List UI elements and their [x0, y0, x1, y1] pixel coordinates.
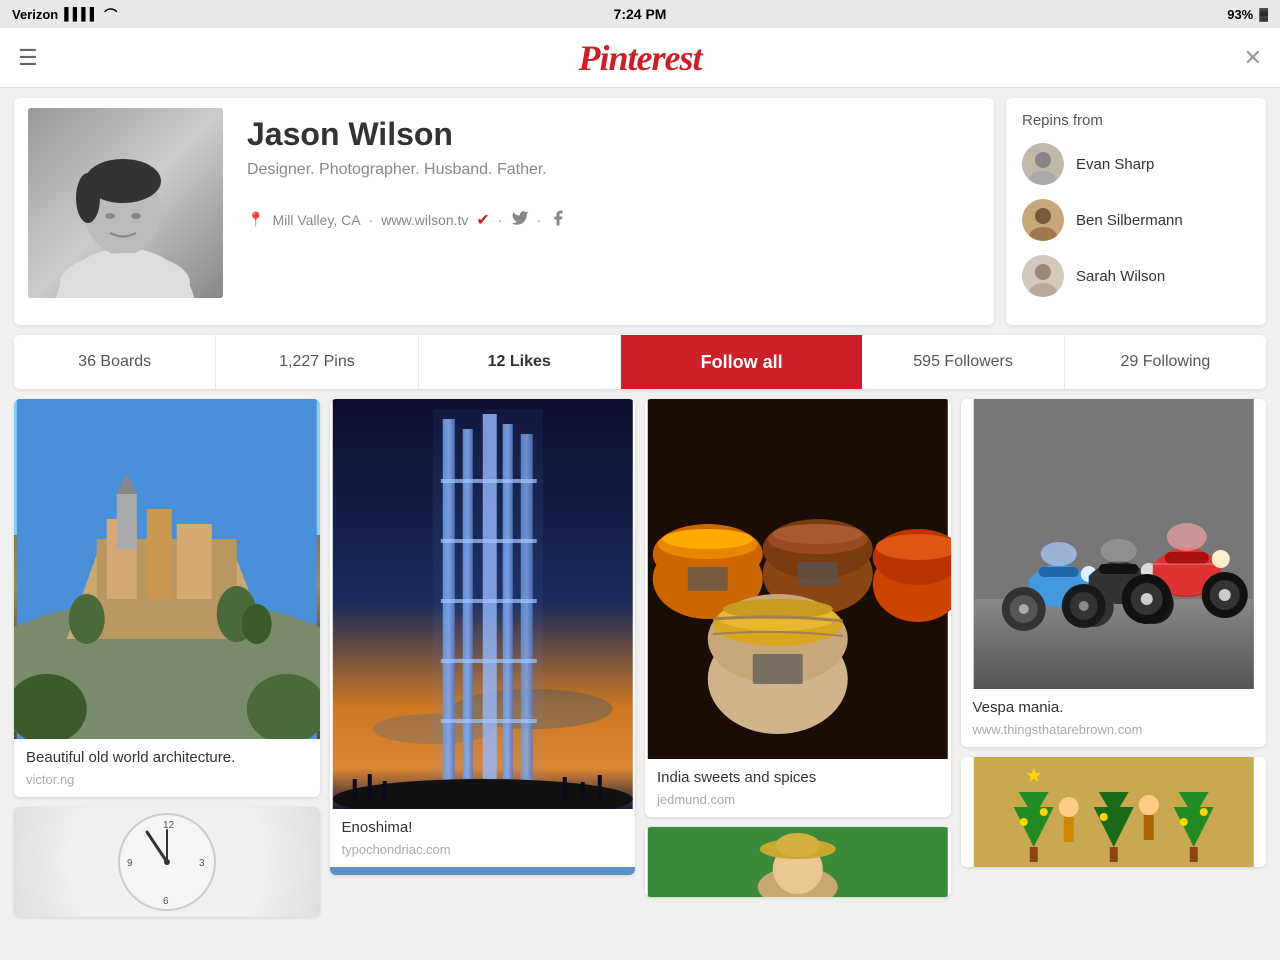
repin-avatar-ben — [1022, 199, 1064, 241]
meta-separator: · — [369, 212, 374, 228]
wifi-icon: ⌒ — [104, 5, 117, 24]
status-left: Verizon ▌▌▌▌ ⌒ — [12, 5, 117, 24]
clock-svg: 12 3 6 9 — [117, 812, 217, 912]
likes-tab[interactable]: 12 Likes — [419, 335, 621, 389]
pin-info-tower: Enoshima! typochondriac.com — [330, 809, 636, 867]
facebook-icon[interactable] — [549, 209, 567, 230]
status-bar: Verizon ▌▌▌▌ ⌒ 7:24 PM 93% ▓ — [0, 0, 1280, 28]
pin-title-architecture: Beautiful old world architecture. — [26, 749, 308, 766]
scroll-strip — [330, 867, 636, 875]
profile-meta: 📍 Mill Valley, CA · www.wilson.tv ✔ · · — [247, 209, 968, 230]
stats-bar: 36 Boards 1,227 Pins 12 Likes Follow all… — [14, 335, 1266, 389]
follow-all-button[interactable]: Follow all — [621, 335, 863, 389]
pin-title-spices: India sweets and spices — [657, 769, 939, 786]
pin-title-tower: Enoshima! — [342, 819, 624, 836]
svg-text:9: 9 — [127, 858, 133, 869]
twitter-icon[interactable] — [511, 209, 529, 230]
status-time: 7:24 PM — [614, 6, 667, 22]
meta-dot2: · — [537, 212, 542, 228]
pin-info-spices: India sweets and spices jedmund.com — [645, 759, 951, 817]
pin-col-2: India sweets and spices jedmund.com — [645, 399, 951, 897]
signal-icon: ▌▌▌▌ — [64, 7, 98, 21]
profile-bio: Designer. Photographer. Husband. Father. — [247, 161, 968, 179]
pins-tab[interactable]: 1,227 Pins — [216, 335, 418, 389]
location-icon: 📍 — [247, 211, 264, 228]
profile-area: Jason Wilson Designer. Photographer. Hus… — [0, 88, 1280, 335]
christmas-svg — [961, 757, 1267, 867]
svg-text:12: 12 — [163, 820, 175, 831]
architecture-svg — [14, 399, 320, 739]
svg-text:6: 6 — [163, 896, 169, 907]
pin-source-spices: jedmund.com — [657, 792, 939, 807]
pin-image-architecture — [14, 399, 320, 739]
svg-text:3: 3 — [199, 858, 205, 869]
repin-name-ben: Ben Silbermann — [1076, 212, 1183, 229]
pin-card-clock[interactable]: 12 3 6 9 — [14, 807, 320, 917]
meta-dot: · — [498, 212, 503, 228]
app-title: Pinterest — [579, 37, 702, 79]
pin-col-0: Beautiful old world architecture. victor… — [14, 399, 320, 917]
repin-name-sarah: Sarah Wilson — [1076, 268, 1165, 285]
avatar — [28, 108, 223, 298]
pin-image-spices — [645, 399, 951, 759]
pin-image-person — [645, 827, 951, 897]
person-svg — [645, 827, 951, 897]
close-button[interactable]: ✕ — [1244, 45, 1262, 71]
repin-name-evan: Evan Sharp — [1076, 156, 1154, 173]
boards-tab[interactable]: 36 Boards — [14, 335, 216, 389]
repins-section: Repins from Evan Sharp Ben Silbermann Sa… — [1006, 98, 1266, 325]
website-link[interactable]: www.wilson.tv — [381, 212, 468, 228]
pin-card-christmas[interactable] — [961, 757, 1267, 867]
followers-tab[interactable]: 595 Followers — [862, 335, 1064, 389]
pin-source-architecture: victor.ng — [26, 772, 308, 787]
following-tab[interactable]: 29 Following — [1065, 335, 1266, 389]
profile-card: Jason Wilson Designer. Photographer. Hus… — [14, 98, 994, 325]
pin-card-spices[interactable]: India sweets and spices jedmund.com — [645, 399, 951, 817]
pin-image-clock: 12 3 6 9 — [14, 807, 320, 917]
location-text: Mill Valley, CA — [272, 212, 360, 228]
pin-card-vespa[interactable]: Vespa mania. www.thingsthatarebrown.com — [961, 399, 1267, 747]
profile-name: Jason Wilson — [247, 116, 968, 153]
avatar-svg — [28, 108, 223, 298]
pin-col-3: Vespa mania. www.thingsthatarebrown.com — [961, 399, 1267, 867]
spices-svg — [645, 399, 951, 759]
repin-item-ben[interactable]: Ben Silbermann — [1022, 199, 1250, 241]
pin-info-architecture: Beautiful old world architecture. victor… — [14, 739, 320, 797]
avatar-image — [28, 108, 223, 298]
pin-image-tower — [330, 399, 636, 809]
repins-title: Repins from — [1022, 112, 1250, 129]
menu-icon[interactable]: ☰ — [18, 45, 38, 71]
top-nav: ☰ Pinterest ✕ — [0, 28, 1280, 88]
status-right: 93% ▓ — [1227, 7, 1268, 22]
repin-avatar-sarah — [1022, 255, 1064, 297]
verified-icon: ✔ — [476, 210, 489, 230]
carrier-label: Verizon — [12, 7, 58, 22]
pin-card-tower[interactable]: Enoshima! typochondriac.com — [330, 399, 636, 875]
pin-source-vespa: www.thingsthatarebrown.com — [973, 722, 1255, 737]
pin-col-1: Enoshima! typochondriac.com — [330, 399, 636, 875]
pin-image-vespa — [961, 399, 1267, 689]
pin-grid: Beautiful old world architecture. victor… — [0, 399, 1280, 917]
repin-item-sarah[interactable]: Sarah Wilson — [1022, 255, 1250, 297]
pin-card-person[interactable] — [645, 827, 951, 897]
repin-item-evan[interactable]: Evan Sharp — [1022, 143, 1250, 185]
tower-svg — [330, 399, 636, 809]
pin-info-vespa: Vespa mania. www.thingsthatarebrown.com — [961, 689, 1267, 747]
pin-card-architecture[interactable]: Beautiful old world architecture. victor… — [14, 399, 320, 797]
repin-avatar-evan — [1022, 143, 1064, 185]
battery-icon: ▓ — [1259, 7, 1268, 21]
profile-info: Jason Wilson Designer. Photographer. Hus… — [235, 108, 980, 315]
pin-source-tower: typochondriac.com — [342, 842, 624, 857]
pin-image-christmas — [961, 757, 1267, 867]
vespa-svg — [961, 399, 1267, 689]
battery-percent: 93% — [1227, 7, 1253, 22]
pin-title-vespa: Vespa mania. — [973, 699, 1255, 716]
